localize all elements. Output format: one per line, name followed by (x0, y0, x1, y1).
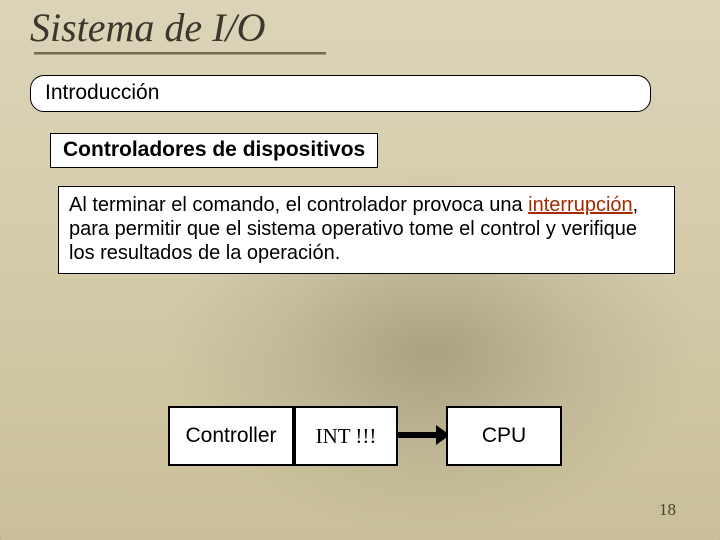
cpu-box: CPU (446, 406, 562, 466)
interrupt-diagram: Controller INT !!! CPU (168, 406, 560, 466)
body-pre: Al terminar el comando, el controlador p… (69, 194, 528, 216)
int-box: INT !!! (294, 406, 398, 466)
slide: Sistema de I/O Introducción Controladore… (0, 0, 720, 540)
body-emphasis: interrupción (528, 194, 633, 216)
body-text-box: Al terminar el comando, el controlador p… (58, 186, 675, 274)
subheading-box: Controladores de dispositivos (50, 133, 378, 168)
controller-box: Controller (168, 406, 294, 466)
arrow-icon (398, 432, 438, 438)
title-underline (34, 52, 326, 55)
slide-title: Sistema de I/O (30, 4, 266, 51)
page-number: 18 (659, 500, 676, 520)
section-pill: Introducción (30, 75, 651, 112)
